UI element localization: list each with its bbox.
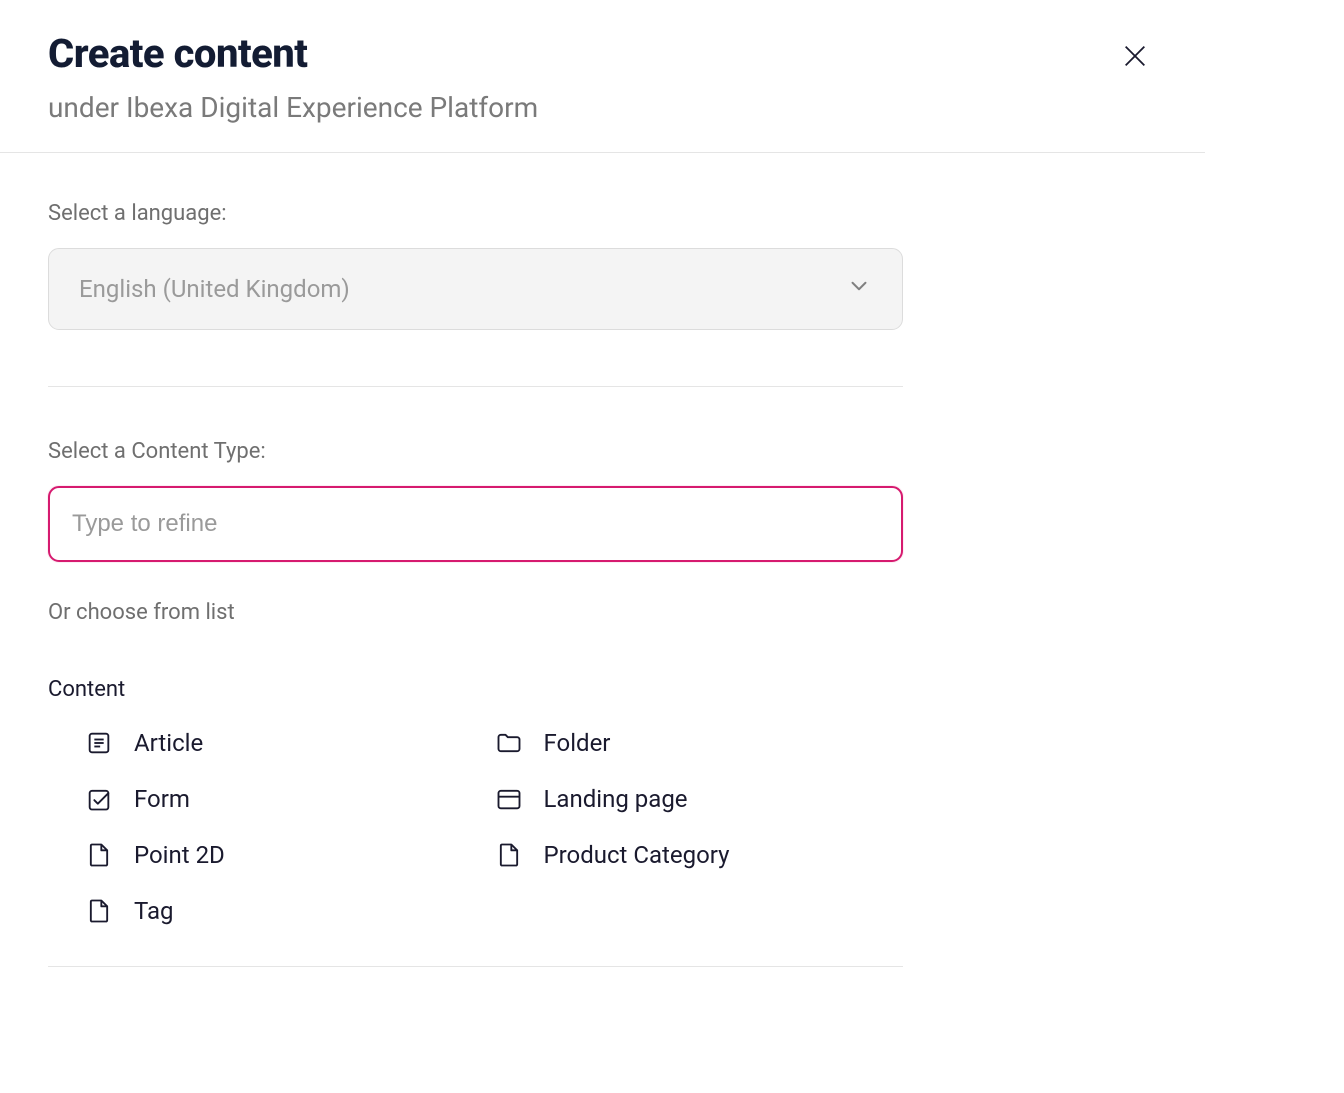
- content-type-form[interactable]: Form: [84, 784, 494, 814]
- language-label: Select a language:: [48, 201, 903, 226]
- close-button[interactable]: [1113, 34, 1157, 81]
- dialog-subtitle: under Ibexa Digital Experience Platform: [48, 91, 1113, 124]
- content-type-label: Article: [134, 729, 203, 757]
- content-group-title: Content: [48, 677, 903, 702]
- divider: [48, 966, 903, 967]
- language-dropdown[interactable]: English (United Kingdom): [48, 248, 903, 330]
- content-type-label: Product Category: [544, 841, 730, 869]
- content-type-point-2d[interactable]: Point 2D: [84, 840, 494, 870]
- content-type-label: Select a Content Type:: [48, 439, 903, 464]
- content-type-label: Point 2D: [134, 841, 225, 869]
- dialog-body: Select a language: English (United Kingd…: [0, 153, 1205, 987]
- file-icon: [494, 840, 524, 870]
- file-icon: [84, 840, 114, 870]
- content-type-label: Form: [134, 785, 190, 813]
- dialog-header: Create content under Ibexa Digital Exper…: [0, 0, 1205, 153]
- divider: [48, 386, 903, 387]
- content-type-tag[interactable]: Tag: [84, 896, 494, 926]
- chevron-down-icon: [846, 273, 872, 305]
- content-type-article[interactable]: Article: [84, 728, 494, 758]
- article-icon: [84, 728, 114, 758]
- content-type-label: Tag: [134, 897, 174, 925]
- landing-page-icon: [494, 784, 524, 814]
- language-selected-value: English (United Kingdom): [79, 275, 350, 303]
- form-section: Select a language: English (United Kingd…: [48, 201, 903, 967]
- file-icon: [84, 896, 114, 926]
- content-type-list: Article Folder: [48, 728, 903, 926]
- content-type-refine-input[interactable]: [48, 486, 903, 562]
- dialog-title: Create content: [48, 30, 1113, 77]
- content-type-folder[interactable]: Folder: [494, 728, 904, 758]
- create-content-dialog: Create content under Ibexa Digital Exper…: [0, 0, 1205, 987]
- content-type-label: Folder: [544, 729, 611, 757]
- close-icon: [1121, 42, 1149, 73]
- or-choose-label: Or choose from list: [48, 600, 903, 625]
- folder-icon: [494, 728, 524, 758]
- content-type-product-category[interactable]: Product Category: [494, 840, 904, 870]
- form-icon: [84, 784, 114, 814]
- content-type-landing-page[interactable]: Landing page: [494, 784, 904, 814]
- header-text: Create content under Ibexa Digital Exper…: [48, 30, 1113, 124]
- content-type-label: Landing page: [544, 785, 688, 813]
